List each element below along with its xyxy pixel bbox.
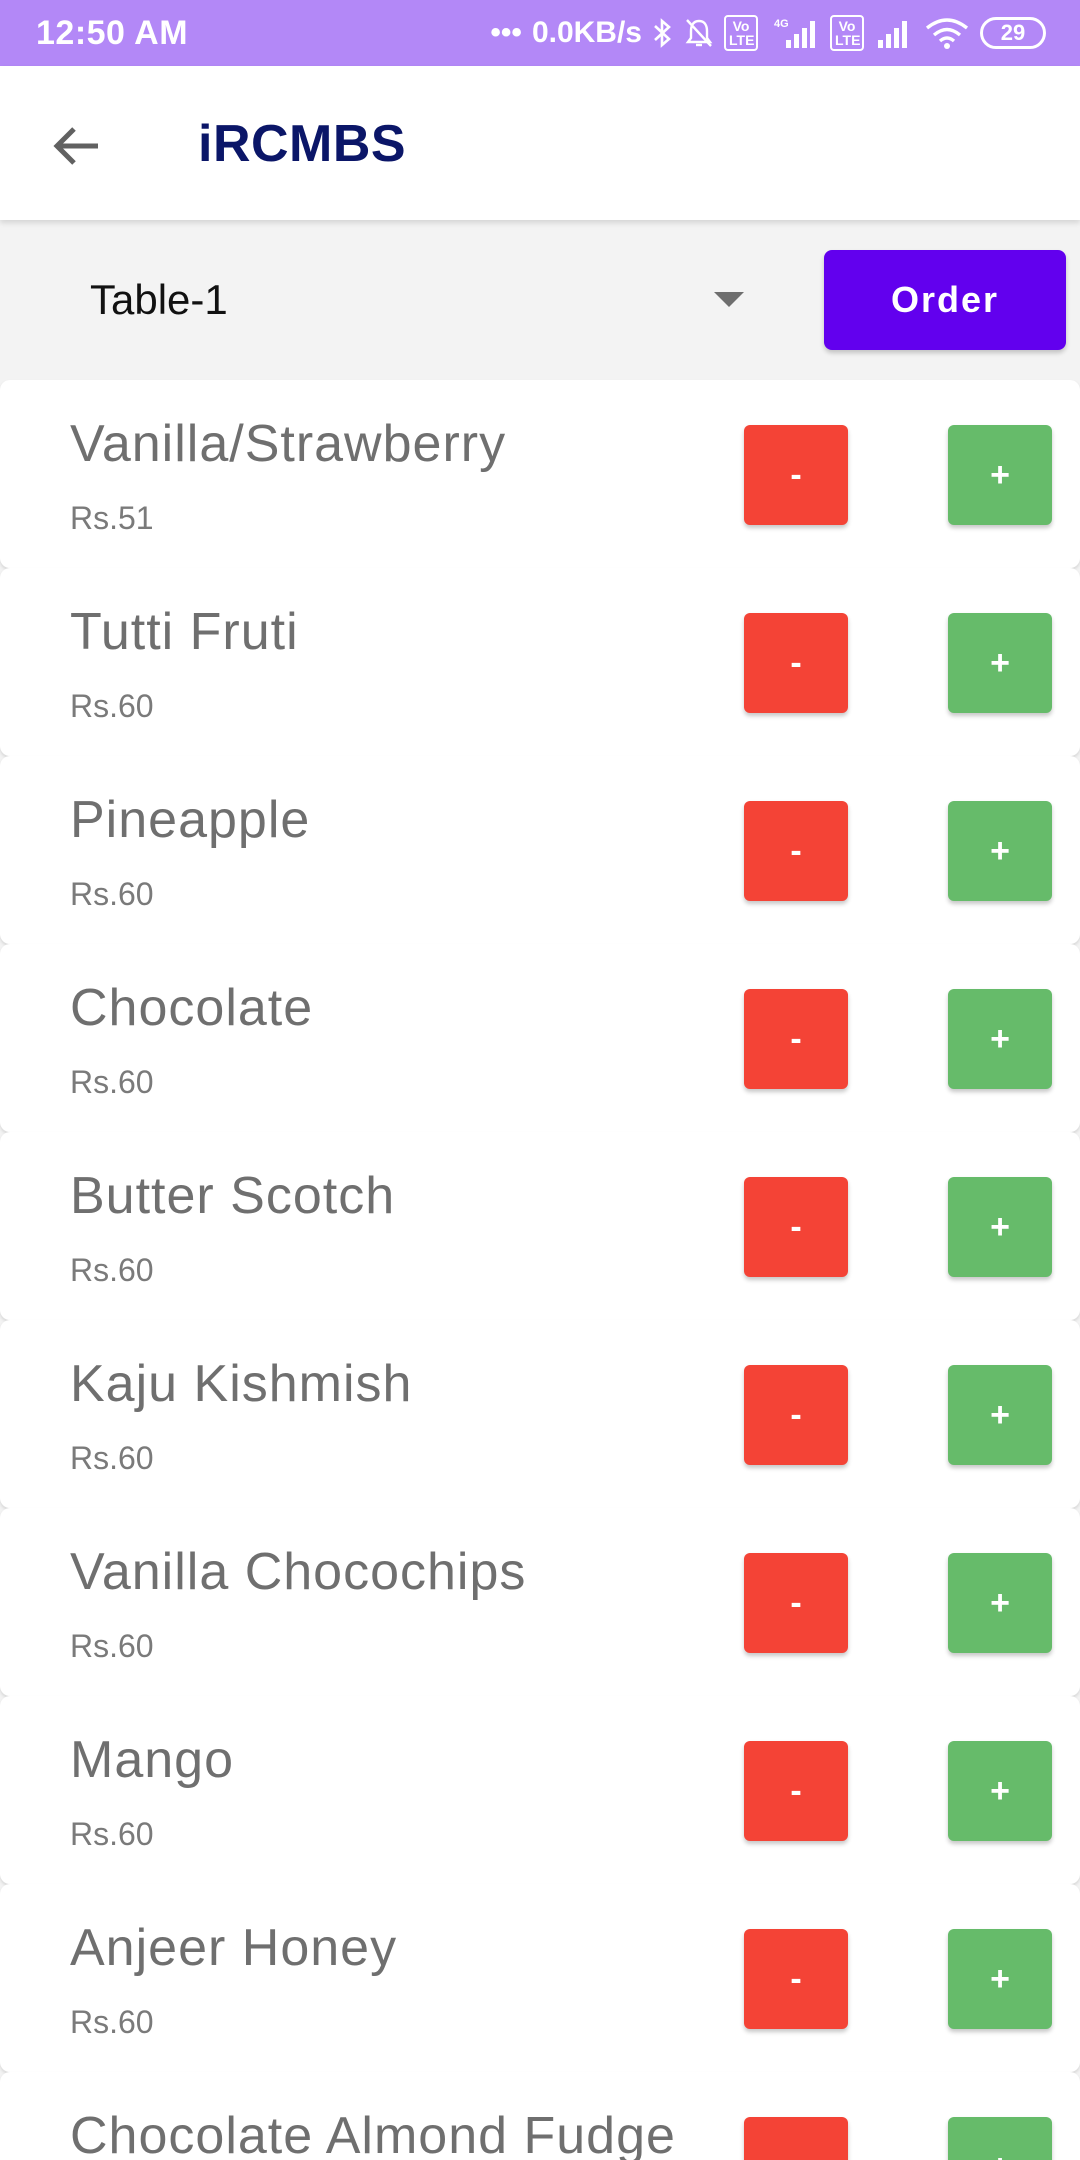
menu-item-card: Butter Scotch Rs.60 - + (0, 1132, 1080, 1320)
menu-item-card: Anjeer Honey Rs.60 - + (0, 1884, 1080, 2072)
selector-row: Table-1 Order (0, 220, 1080, 370)
menu-item-card: Chocolate Almond FudgeRs.60-+ (0, 2072, 1080, 2160)
more-dots-icon: ••• (490, 16, 522, 49)
decrease-quantity-button[interactable]: - (744, 1177, 848, 1277)
item-list: Vanilla/Strawberry Rs.51- + Tutti Fruti Rs.6… (0, 380, 1080, 2160)
increase-quantity-button[interactable]: + (948, 1741, 1052, 1841)
increase-quantity-button[interactable]: + (948, 2117, 1052, 2160)
increase-quantity-button[interactable]: + (948, 801, 1052, 901)
decrease-quantity-button[interactable]: - (744, 613, 848, 713)
decrease-quantity-button[interactable]: - (744, 425, 848, 525)
item-name: Chocolate (70, 979, 314, 1037)
item-price: Rs.60 (70, 1252, 154, 1288)
signal-icon: 4G (768, 16, 820, 50)
decrease-quantity-button[interactable]: - (744, 801, 848, 901)
item-name: Mango (70, 1731, 234, 1789)
volte-icon-2: Vo LTE (830, 15, 864, 51)
item-name: Tutti Fruti (70, 603, 299, 661)
bluetooth-icon (652, 17, 674, 49)
item-price: Rs.60 (70, 1440, 154, 1476)
muted-bell-icon (684, 17, 714, 49)
item-name: Kaju Kishmish (70, 1355, 413, 1413)
item-price: Rs.60 (70, 876, 154, 912)
status-icons: ••• 0.0KB/s Vo LTE 4G Vo LTE 29 (490, 15, 1046, 51)
item-name: Vanilla/Strawberry (70, 415, 507, 473)
menu-item-card: Chocolate Rs.60 - + (0, 944, 1080, 1132)
back-button[interactable] (46, 116, 106, 176)
wifi-icon (924, 16, 970, 50)
back-arrow-icon (53, 127, 98, 165)
increase-quantity-button[interactable]: + (948, 1365, 1052, 1465)
decrease-quantity-button[interactable]: - (744, 1553, 848, 1653)
item-name: Anjeer Honey (70, 1919, 398, 1977)
increase-quantity-button[interactable]: + (948, 425, 1052, 525)
decrease-quantity-button[interactable]: - (744, 1929, 848, 2029)
item-price: Rs.60 (70, 1064, 154, 1100)
item-price: Rs.60 (70, 2004, 154, 2040)
increase-quantity-button[interactable]: + (948, 613, 1052, 713)
status-bar: 12:50 AM ••• 0.0KB/s Vo LTE 4G Vo LTE 29 (0, 0, 1080, 66)
item-price: Rs.51 (70, 500, 154, 536)
volte-icon: Vo LTE (724, 15, 758, 51)
decrease-quantity-button[interactable]: - (744, 989, 848, 1089)
increase-quantity-button[interactable]: + (948, 1929, 1052, 2029)
app-title: iRCMBS (198, 115, 407, 173)
decrease-quantity-button[interactable]: - (744, 2117, 848, 2160)
dropdown-arrow-icon (714, 292, 744, 307)
status-time: 12:50 AM (36, 13, 189, 52)
item-name: Pineapple (70, 791, 311, 849)
signal-icon-2 (874, 16, 914, 50)
menu-item-card: Mango Rs.60 - + (0, 1696, 1080, 1884)
network-speed: 0.0KB/s (531, 16, 642, 49)
increase-quantity-button[interactable]: + (948, 1553, 1052, 1653)
menu-item-card: Vanilla/Strawberry Rs.51 - + (0, 380, 1080, 568)
item-name: Chocolate Almond Fudge (70, 2107, 676, 2160)
app-bar: iRCMBS (0, 66, 1080, 220)
item-price: Rs.60 (70, 1628, 154, 1664)
item-name: Butter Scotch (70, 1167, 396, 1225)
increase-quantity-button[interactable]: + (948, 989, 1052, 1089)
svg-text:4G: 4G (774, 18, 789, 30)
battery-icon: 29 (980, 17, 1046, 49)
menu-item-card: Kaju Kishmish Rs.60 - + (0, 1320, 1080, 1508)
table-dropdown[interactable]: Table-1 (62, 250, 762, 350)
increase-quantity-button[interactable]: + (948, 1177, 1052, 1277)
screen: 12:50 AM ••• 0.0KB/s Vo LTE 4G Vo LTE 29… (0, 0, 1080, 2160)
decrease-quantity-button[interactable]: - (744, 1365, 848, 1465)
item-price: Rs.60 (70, 688, 154, 724)
table-dropdown-value: Table-1 (90, 276, 228, 323)
item-price: Rs.60 (70, 1816, 154, 1852)
menu-item-card: Pineapple Rs.60 - + (0, 756, 1080, 944)
order-button[interactable]: Order (824, 250, 1066, 350)
menu-item-card: Tutti Fruti Rs.60 - + (0, 568, 1080, 756)
decrease-quantity-button[interactable]: - (744, 1741, 848, 1841)
item-name: Vanilla Chocochips (70, 1543, 527, 1601)
menu-item-card: Vanilla Chocochips Rs.60 - + (0, 1508, 1080, 1696)
